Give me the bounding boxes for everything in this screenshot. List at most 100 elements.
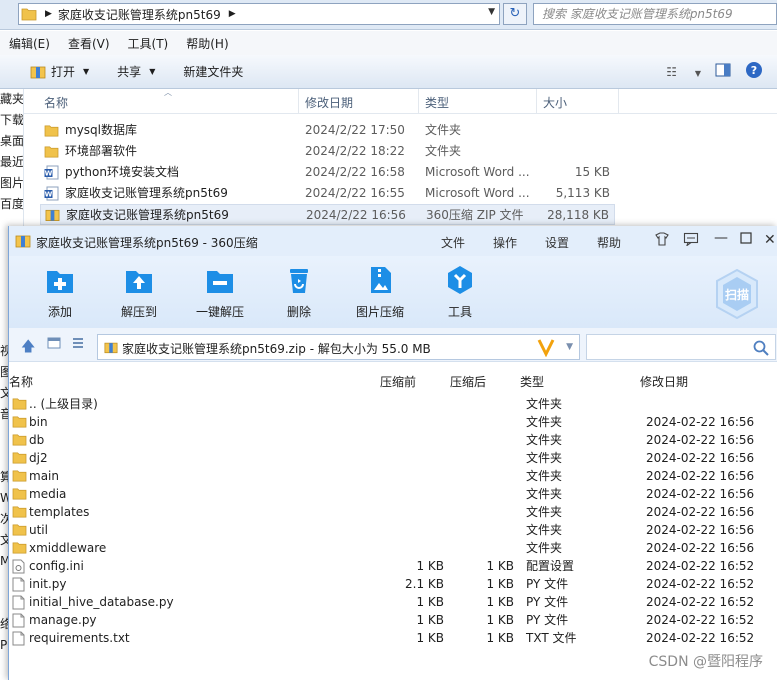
archive-row[interactable]: xmiddleware 文件夹 2024-02-22 16:56	[9, 539, 777, 557]
archive-row[interactable]: main 文件夹 2024-02-22 16:56	[9, 467, 777, 485]
extract-to-label: 解压到	[120, 305, 157, 319]
entry-type: 文件夹	[526, 469, 563, 483]
explorer-column-header: 名称 ︿ 修改日期 类型 大小	[24, 88, 777, 114]
column-modified[interactable]: 修改日期	[640, 373, 688, 390]
nav-item[interactable]: 桌面	[0, 131, 23, 152]
file-row[interactable]: 环境部署软件 2024/2/22 18:22 文件夹	[40, 141, 615, 162]
delete-button[interactable]: 删除	[262, 264, 336, 320]
menu-tools[interactable]: 工具(T)	[119, 35, 178, 52]
view-controls: ☷ ▼ ?	[652, 61, 777, 82]
file-row[interactable]: mysql数据库 2024/2/22 17:50 文件夹	[40, 120, 615, 141]
archive-row[interactable]: media 文件夹 2024-02-22 16:56	[9, 485, 777, 503]
file-name: 环境部署软件	[65, 144, 138, 158]
archive-row[interactable]: config.ini 1 KB 1 KB 配置设置 2024-02-22 16:52	[9, 557, 777, 575]
file-name: 家庭收支记账管理系统pn5t69	[65, 186, 228, 200]
archive-row[interactable]: init.py 2.1 KB 1 KB PY 文件 2024-02-22 16:52	[9, 575, 777, 593]
archive-row[interactable]: bin 文件夹 2024-02-22 16:56	[9, 413, 777, 431]
entry-name: init.py	[29, 577, 67, 591]
column-type[interactable]: 类型	[425, 94, 449, 111]
column-compressed[interactable]: 压缩前	[380, 373, 416, 390]
nav-item[interactable]: 藏夹	[0, 89, 23, 110]
add-button[interactable]: 添加	[23, 264, 97, 320]
explorer-search-input[interactable]: 搜索 家庭收支记账管理系统pn5t69	[533, 3, 777, 25]
nav-item[interactable]: 图片	[0, 173, 23, 194]
archive-row[interactable]: .. (上级目录) 文件夹	[9, 395, 777, 413]
entry-date: 2024-02-22 16:56	[646, 433, 755, 447]
nav-item[interactable]: 下载	[0, 110, 23, 131]
archive-row[interactable]: requirements.txt 1 KB 1 KB TXT 文件 2024-02-22…	[9, 629, 777, 647]
nav-item[interactable]: 最近访	[0, 152, 23, 173]
nav-item[interactable]: 百度网	[0, 194, 23, 215]
open-label: 打开	[51, 65, 76, 79]
menu-help[interactable]: 帮助(H)	[177, 35, 237, 52]
zip-menu-operate[interactable]: 操作	[493, 234, 517, 251]
column-uncompressed[interactable]: 压缩后	[450, 373, 486, 390]
image-compress-label: 图片压缩	[355, 305, 404, 319]
file-row[interactable]: 家庭收支记账管理系统pn5t69 2024/2/22 16:56 360压缩 ZIP…	[40, 204, 615, 225]
menu-edit[interactable]: 编辑(E)	[0, 35, 59, 52]
zip-window-title: 家庭收支记账管理系统pn5t69 - 360压缩	[36, 236, 258, 250]
entry-uncompressed-size: 1 KB	[486, 631, 514, 645]
close-icon[interactable]: ✕	[764, 232, 776, 248]
view-options-icon[interactable]: ☷ ▼	[666, 65, 701, 79]
column-modified[interactable]: 修改日期	[305, 94, 353, 111]
archive-row[interactable]: util 文件夹 2024-02-22 16:56	[9, 521, 777, 539]
entry-name: .. (上级目录)	[29, 397, 98, 411]
new-folder-button[interactable]: 新建文件夹	[183, 63, 243, 80]
entry-date: 2024-02-22 16:52	[646, 613, 755, 627]
entry-type: PY 文件	[526, 577, 569, 591]
file-type: 文件夹	[425, 123, 462, 137]
help-icon[interactable]: ?	[745, 61, 763, 82]
delete-label: 删除	[286, 305, 311, 319]
column-name[interactable]: 名称	[9, 373, 33, 390]
view-list-icon[interactable]	[71, 336, 85, 353]
entry-date: 2024-02-22 16:56	[646, 541, 755, 555]
feedback-icon[interactable]	[683, 232, 699, 250]
address-dropdown-icon[interactable]: ▼	[488, 7, 495, 17]
extract-to-button[interactable]: 解压到	[102, 264, 176, 320]
zip-menu-help[interactable]: 帮助	[597, 234, 621, 251]
entry-compressed-size: 1 KB	[416, 631, 444, 645]
address-box[interactable]: ▶ 家庭收支记账管理系统pn5t69 ▶ ▼	[18, 3, 500, 25]
entry-name: requirements.txt	[29, 631, 130, 645]
file-name: python环境安装文档	[65, 165, 179, 179]
archive-row[interactable]: db 文件夹 2024-02-22 16:56	[9, 431, 777, 449]
archive-row[interactable]: initial_hive_database.py 1 KB 1 KB PY 文件 202…	[9, 593, 777, 611]
skin-icon[interactable]	[654, 232, 670, 250]
entry-compressed-size: 1 KB	[416, 595, 444, 609]
file-row[interactable]: Wpython环境安装文档 2024/2/22 16:58 Microsoft Wo…	[40, 162, 615, 183]
entry-name: util	[29, 523, 48, 537]
zip-path-box[interactable]: 家庭收支记账管理系统pn5t69.zip - 解包大小为 55.0 MB ▼	[97, 334, 580, 360]
minimize-icon[interactable]: —	[714, 230, 728, 246]
column-type[interactable]: 类型	[520, 373, 544, 390]
scan-button[interactable]: 扫描	[714, 268, 760, 323]
archive-row[interactable]: templates 文件夹 2024-02-22 16:56	[9, 503, 777, 521]
zip-menu-file[interactable]: 文件	[441, 234, 465, 251]
view-details-icon[interactable]	[47, 336, 61, 353]
360-logo-icon	[537, 339, 555, 357]
entry-name: initial_hive_database.py	[29, 595, 174, 609]
path-dropdown-icon[interactable]: ▼	[566, 342, 573, 352]
column-size[interactable]: 大小	[543, 94, 567, 111]
file-row[interactable]: W 家庭收支记账管理系统pn5t69 2024/2/22 16:55 Microsof…	[40, 183, 615, 204]
breadcrumb-chevron-icon: ▶	[45, 9, 52, 19]
zip-title-bar: 家庭收支记账管理系统pn5t69 - 360压缩 文件 操作 设置 帮助 — ✕	[9, 226, 777, 256]
file-name: mysql数据库	[65, 123, 137, 137]
menu-view[interactable]: 查看(V)	[59, 35, 119, 52]
preview-pane-icon[interactable]	[715, 63, 731, 80]
open-button[interactable]: 打开 ▼	[30, 63, 89, 80]
share-button[interactable]: 共享 ▼	[117, 63, 155, 80]
entry-type: 文件夹	[526, 433, 563, 447]
maximize-icon[interactable]	[740, 232, 752, 248]
archive-row[interactable]: dj2 文件夹 2024-02-22 16:56	[9, 449, 777, 467]
quick-extract-button[interactable]: 一键解压	[183, 264, 257, 320]
zip-menu-settings[interactable]: 设置	[545, 234, 569, 251]
refresh-button[interactable]: ↻	[503, 3, 527, 25]
tools-button[interactable]: 工具	[423, 264, 497, 320]
column-name[interactable]: 名称	[44, 94, 68, 111]
archive-row[interactable]: manage.py 1 KB 1 KB PY 文件 2024-02-22 16:52	[9, 611, 777, 629]
up-arrow-icon[interactable]: 🡅	[21, 336, 35, 360]
zip-search-input[interactable]	[586, 334, 776, 360]
image-compress-button[interactable]: 图片压缩	[343, 264, 417, 320]
explorer-address-bar: ▶ 家庭收支记账管理系统pn5t69 ▶ ▼ ↻ 搜索 家庭收支记账管理系统pn…	[0, 0, 777, 30]
